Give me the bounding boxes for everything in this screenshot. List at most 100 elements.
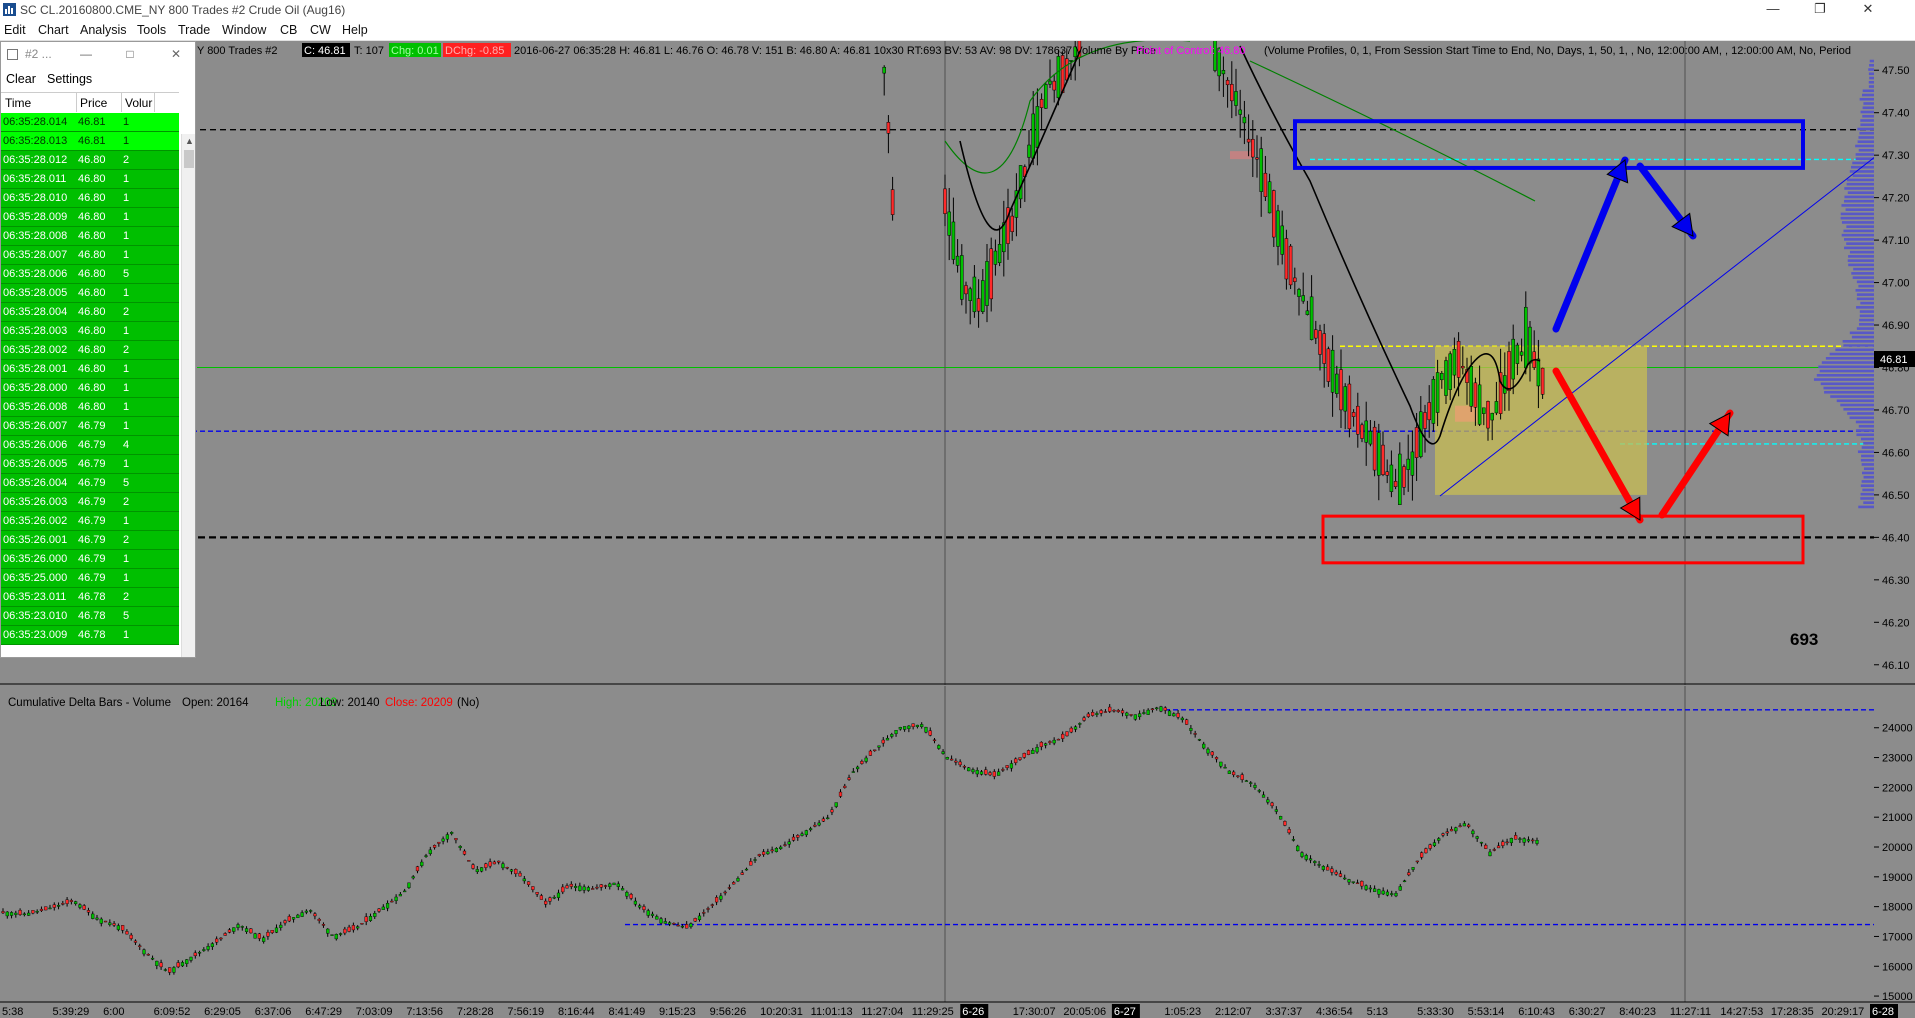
candle-body [1348, 384, 1351, 429]
time-tick: 5:39:29 [53, 1006, 90, 1018]
vbp-bar [1857, 293, 1874, 296]
menu-chart[interactable]: Chart [38, 20, 69, 40]
delta-body [365, 917, 368, 922]
menu-cw[interactable]: CW [310, 20, 331, 40]
tns-col-volume[interactable]: Volur [125, 93, 152, 113]
delta-body [1160, 707, 1163, 712]
menu-help[interactable]: Help [342, 20, 368, 40]
delta-body [390, 901, 393, 902]
delta-body [1083, 718, 1086, 721]
delta-body [1125, 713, 1128, 716]
tns-time: 06:35:28.011 [3, 170, 66, 189]
scroll-up-icon[interactable]: ▲ [185, 137, 193, 145]
vbp-bar [1864, 467, 1874, 470]
vbp-bar [1848, 255, 1874, 258]
delta-body [553, 897, 556, 898]
delta-body [232, 928, 235, 932]
delta-body [937, 745, 940, 748]
price-chart[interactable]: Y 800 Trades #2 C: 46.81 T: 107 Chg: 0.0… [0, 41, 1915, 685]
tns-col-time[interactable]: Time [5, 93, 31, 113]
chart-header-prefix: Y 800 Trades #2 [197, 45, 278, 57]
tns-col-price[interactable]: Price [80, 93, 107, 113]
bar-counter: 693 [1790, 630, 1818, 649]
delta-body [1531, 840, 1534, 841]
delta-body [1377, 889, 1380, 894]
candle-body [1268, 182, 1271, 213]
delta-body [147, 954, 150, 955]
delta-body [382, 907, 385, 910]
candle-body [1070, 60, 1073, 61]
delta-body [83, 906, 86, 910]
cumulative-delta-chart[interactable]: Cumulative Delta Bars - Volume Open: 201… [0, 686, 1915, 1018]
scroll-thumb[interactable] [184, 150, 194, 168]
vbp-bar [1830, 353, 1874, 356]
vbp-bar [1841, 204, 1874, 207]
menu-analysis[interactable]: Analysis [80, 20, 127, 40]
tns-price: 46.80 [78, 284, 106, 303]
delta-body [741, 873, 744, 875]
tns-volume: 2 [123, 588, 129, 607]
tns-time: 06:35:26.004 [3, 474, 67, 493]
candle-body [891, 190, 894, 215]
candle-body [1222, 70, 1225, 74]
tns-row: 06:35:28.002 46.80 2 [1, 341, 179, 360]
delta-body [907, 726, 910, 729]
delta-body [403, 891, 406, 892]
delta-body [1078, 723, 1081, 724]
tns-volume: 1 [123, 550, 129, 569]
menu-edit[interactable]: Edit [4, 20, 26, 40]
candle-body [1235, 91, 1238, 105]
delta-body [1330, 869, 1333, 873]
delta-body [544, 901, 547, 904]
delta-body [1036, 747, 1039, 752]
minimize-icon[interactable]: — [1750, 0, 1796, 20]
tns-price: 46.80 [78, 189, 106, 208]
delta-body [681, 926, 684, 927]
close-icon[interactable]: ✕ [1845, 0, 1891, 20]
candle-body [1386, 472, 1389, 475]
candle-body [944, 189, 947, 214]
tns-minimize-icon[interactable]: — [75, 42, 97, 66]
delta-body [886, 738, 889, 740]
delta-body [1027, 750, 1030, 754]
delta-body [53, 905, 56, 908]
delta-body [1057, 739, 1060, 740]
delta-body [318, 919, 321, 920]
tns-restore-icon[interactable]: □ [119, 42, 141, 66]
menu-window[interactable]: Window [222, 20, 266, 40]
delta-body [254, 934, 257, 939]
candle-body [1036, 106, 1039, 147]
vbp-bar [1860, 98, 1874, 101]
delta-body [40, 909, 43, 911]
tns-close-icon[interactable]: ✕ [165, 42, 187, 66]
candle-body [1044, 84, 1047, 108]
tns-scrollbar[interactable]: ▲ ▼ [181, 134, 196, 658]
delta-body [459, 846, 462, 848]
vbp-bar [1817, 374, 1874, 377]
menu-cb[interactable]: CB [280, 20, 297, 40]
delta-body [378, 909, 381, 912]
delta-tick: 22000 [1882, 782, 1913, 794]
menu-trade[interactable]: Trade [178, 20, 210, 40]
vbp-bar [1846, 208, 1874, 211]
tns-settings-button[interactable]: Settings [47, 70, 92, 88]
delta-body [502, 864, 505, 868]
delta-body [523, 879, 526, 881]
delta-body [549, 898, 552, 902]
delta-body [190, 957, 193, 960]
delta-body [963, 766, 966, 767]
candle-body [1453, 349, 1456, 375]
tns-time: 06:35:28.007 [3, 246, 67, 265]
tns-row: 06:35:28.008 46.80 1 [1, 227, 179, 246]
time-and-sales-window[interactable]: #2 ... — □ ✕ Clear Settings Time Price V… [0, 41, 196, 658]
time-tick: 5:33:30 [1417, 1006, 1454, 1018]
vbp-bar [1852, 336, 1874, 339]
restore-icon[interactable]: ❐ [1797, 0, 1843, 20]
delta-body [583, 887, 586, 890]
candle-body [1331, 350, 1334, 392]
menu-tools[interactable]: Tools [137, 20, 166, 40]
price-tick: 47.30 [1882, 150, 1910, 162]
tns-price: 46.80 [78, 398, 106, 417]
delta-body [420, 862, 423, 866]
tns-clear-button[interactable]: Clear [6, 70, 36, 88]
